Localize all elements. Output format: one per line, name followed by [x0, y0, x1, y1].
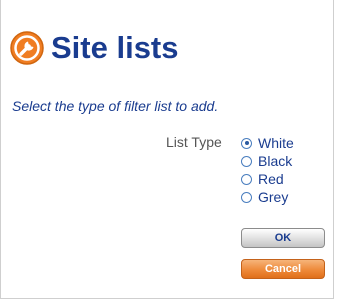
list-type-radio-group: White Black Red Grey	[241, 134, 294, 206]
radio-option-grey[interactable]: Grey	[241, 188, 294, 206]
cancel-button[interactable]: Cancel	[241, 259, 325, 279]
ok-button[interactable]: OK	[241, 228, 325, 248]
radio-option-black[interactable]: Black	[241, 152, 294, 170]
list-type-label: List Type	[166, 134, 222, 150]
radio-button-grey[interactable]	[241, 191, 252, 203]
radio-option-red[interactable]: Red	[241, 170, 294, 188]
radio-label-grey: Grey	[258, 189, 289, 205]
radio-label-black: Black	[258, 153, 293, 169]
radio-button-white[interactable]	[241, 137, 252, 149]
radio-label-red: Red	[258, 171, 284, 187]
header: Site lists	[9, 30, 179, 66]
radio-button-red[interactable]	[241, 173, 252, 185]
page-title: Site lists	[51, 30, 179, 65]
radio-button-black[interactable]	[241, 155, 252, 167]
wrench-icon	[10, 31, 44, 65]
instruction-text: Select the type of filter list to add.	[12, 98, 219, 114]
radio-label-white: White	[258, 135, 294, 151]
radio-option-white[interactable]: White	[241, 134, 294, 152]
site-lists-panel: Site lists Select the type of filter lis…	[0, 0, 334, 299]
